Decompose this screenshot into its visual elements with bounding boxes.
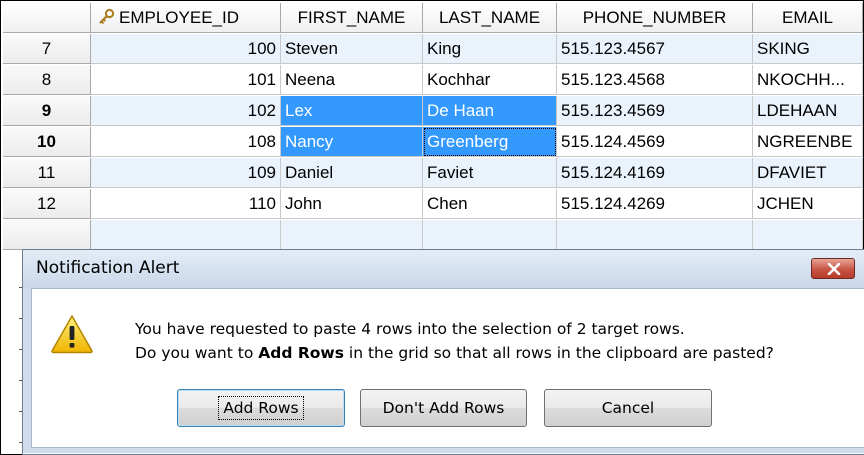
cell-email[interactable]: SKING [753,34,863,64]
table-row[interactable]: 11 109 Daniel Faviet 515.124.4169 DFAVIE… [3,158,863,189]
message-text: Do you want to [135,344,259,362]
dont-add-rows-label: Don't Add Rows [382,399,505,417]
cell-employee-id[interactable] [91,220,281,250]
add-rows-button[interactable]: Add Rows [177,389,345,427]
cell-first-name[interactable]: Daniel [281,158,423,188]
cell-phone-number[interactable]: 515.124.4169 [557,158,753,188]
table-row[interactable]: 12 110 John Chen 515.124.4269 JCHEN [3,189,863,220]
column-header-last-name[interactable]: LAST_NAME [423,3,557,33]
column-header-first-name[interactable]: FIRST_NAME [281,3,423,33]
dialog-title: Notification Alert [36,258,180,278]
cell-first-name-selected[interactable]: Lex [281,96,423,126]
dont-add-rows-button[interactable]: Don't Add Rows [360,389,527,427]
cell-employee-id[interactable]: 108 [91,127,281,157]
table-row[interactable]: 9 102 Lex De Haan 515.123.4569 LDEHAAN [3,96,863,127]
table-row[interactable]: 10 108 Nancy Greenberg 515.124.4569 NGRE… [3,127,863,158]
cell-first-name[interactable]: John [281,189,423,219]
table-row[interactable]: 8 101 Neena Kochhar 515.123.4568 NKOCHH.… [3,65,863,96]
cell-employee-id[interactable]: 109 [91,158,281,188]
cell-email[interactable] [753,220,863,250]
row-header-corner[interactable] [3,3,91,33]
cell-email[interactable]: NKOCHH... [753,65,863,95]
cell-last-name-selected[interactable]: Greenberg [423,127,557,157]
table-row[interactable] [3,220,863,251]
cell-phone-number[interactable]: 515.124.4269 [557,189,753,219]
row-number[interactable]: 8 [3,65,91,95]
close-icon [827,263,841,275]
cell-last-name[interactable]: King [423,34,557,64]
column-header-email[interactable]: EMAIL [753,3,863,33]
row-number[interactable]: 10 [3,127,91,157]
cell-first-name-selected[interactable]: Nancy [281,127,423,157]
row-number[interactable]: 11 [3,158,91,188]
cell-last-name[interactable]: Faviet [423,158,557,188]
cell-last-name[interactable] [423,220,557,250]
cell-phone-number[interactable]: 515.124.4569 [557,127,753,157]
cancel-label: Cancel [601,399,655,417]
table-row[interactable]: 7 100 Steven King 515.123.4567 SKING [3,34,863,65]
cell-phone-number[interactable]: 515.123.4568 [557,65,753,95]
dialog-titlebar[interactable]: Notification Alert [23,250,864,288]
cell-first-name[interactable]: Steven [281,34,423,64]
cell-email[interactable]: NGREENBE [753,127,863,157]
notification-alert-dialog: Notification Alert You have requested to… [22,249,864,455]
column-header-employee-id[interactable]: EMPLOYEE_ID [91,3,281,33]
cell-first-name[interactable]: Neena [281,65,423,95]
grid-header: EMPLOYEE_ID FIRST_NAME LAST_NAME PHONE_N… [3,3,863,34]
cell-employee-id[interactable]: 101 [91,65,281,95]
message-emphasis: Add Rows [258,344,344,362]
cell-employee-id[interactable]: 110 [91,189,281,219]
add-rows-label: Add Rows [218,396,304,420]
cell-phone-number[interactable]: 515.123.4569 [557,96,753,126]
row-number[interactable]: 9 [3,96,91,126]
key-icon [99,8,115,25]
row-number[interactable]: 7 [3,34,91,64]
row-number[interactable] [3,220,91,250]
message-line-1: You have requested to paste 4 rows into … [135,320,685,338]
dialog-body: You have requested to paste 4 rows into … [31,288,864,448]
cell-email[interactable]: LDEHAAN [753,96,863,126]
cell-email[interactable]: DFAVIET [753,158,863,188]
warning-icon [51,315,93,354]
cell-last-name[interactable]: Kochhar [423,65,557,95]
cell-employee-id[interactable]: 100 [91,34,281,64]
cancel-button[interactable]: Cancel [544,389,712,427]
close-button[interactable] [811,258,855,279]
cell-phone-number[interactable]: 515.123.4567 [557,34,753,64]
dialog-message: You have requested to paste 4 rows into … [135,317,774,365]
cell-first-name[interactable] [281,220,423,250]
cell-phone-number[interactable] [557,220,753,250]
row-number[interactable]: 12 [3,189,91,219]
column-header-label: EMPLOYEE_ID [119,8,239,27]
cell-employee-id[interactable]: 102 [91,96,281,126]
cell-email[interactable]: JCHEN [753,189,863,219]
message-line-2: Do you want to Add Rows in the grid so t… [135,341,774,365]
message-text: in the grid so that all rows in the clip… [343,344,774,362]
cell-last-name[interactable]: Chen [423,189,557,219]
cell-last-name-selected[interactable]: De Haan [423,96,557,126]
column-header-phone-number[interactable]: PHONE_NUMBER [557,3,753,33]
